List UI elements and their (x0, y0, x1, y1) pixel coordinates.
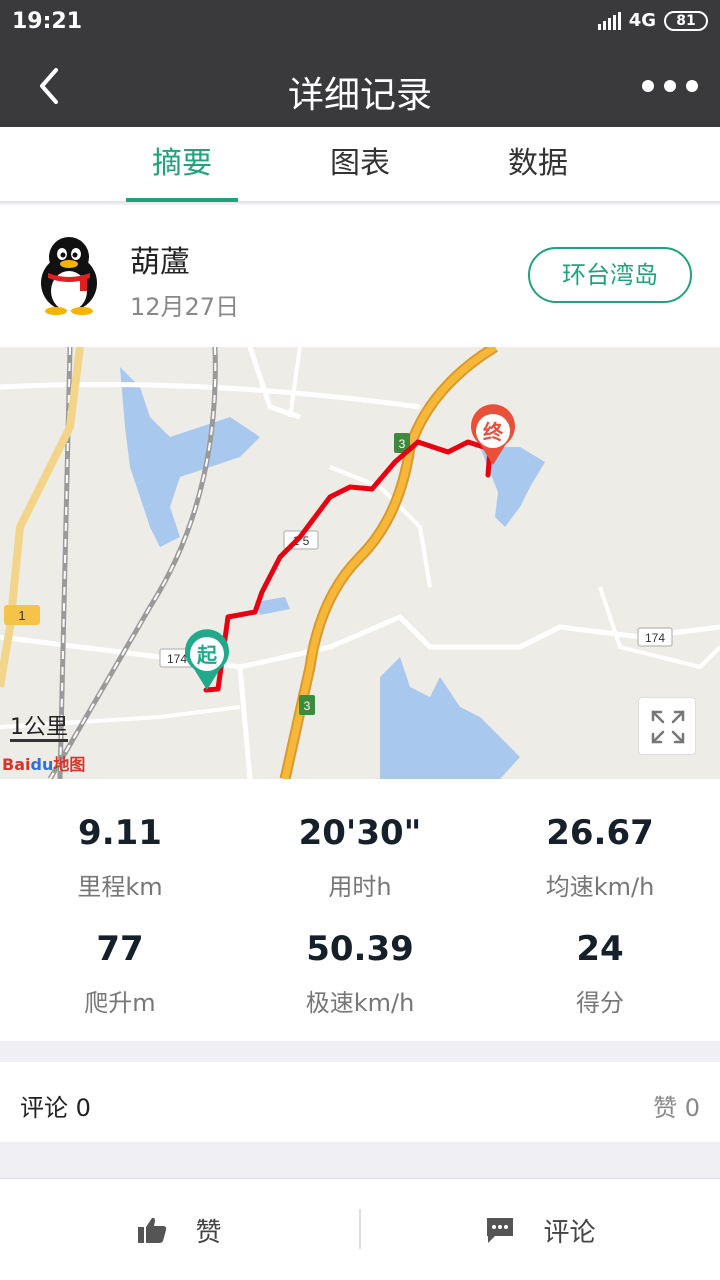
expand-map-button[interactable] (638, 697, 696, 755)
detail-record-page: 19:21 4G 81 详细记录 摘要 图表 数据 葫蘆 12月27日 环台湾岛… (0, 0, 720, 1280)
status-time: 19:21 (12, 9, 83, 34)
comment-count[interactable]: 评论 0 (20, 1088, 91, 1123)
map-scale-label: 1公里 (10, 715, 68, 740)
road-label-174-west: 174 (167, 652, 187, 666)
comment-summary-row: 评论 0 赞 0 (0, 1062, 720, 1142)
user-name: 葫蘆 (130, 245, 190, 280)
svg-text:起: 起 (196, 643, 218, 667)
like-button[interactable]: 赞 (0, 1179, 359, 1280)
road-label-3-south: 3 (304, 699, 311, 713)
baidu-map-logo: Baidu地图 (2, 755, 86, 774)
status-bar: 19:21 4G 81 (0, 0, 720, 44)
record-date: 12月27日 (130, 293, 240, 321)
route-map[interactable]: 1 3 3 174 174 1 5 起 终 1公里 Baidu地图 (0, 347, 720, 779)
road-label-174-east: 174 (645, 631, 665, 645)
comment-button[interactable]: 评论 (361, 1179, 720, 1280)
tab-summary[interactable]: 摘要 (122, 127, 242, 202)
status-indicators: 4G 81 (597, 10, 708, 31)
battery-icon: 81 (664, 10, 708, 31)
start-marker[interactable]: 起 (184, 629, 229, 690)
thumbs-up-icon (138, 1217, 167, 1243)
more-icon[interactable] (642, 72, 698, 100)
page-title: 详细记录 (287, 75, 432, 116)
like-button-label: 赞 (195, 1217, 222, 1248)
stats-panel: 9.11 里程km 20'30" 用时h 26.67 均速km/h 77 爬升m… (0, 779, 720, 1041)
navigation-bar: 详细记录 (0, 44, 720, 127)
stat-elevation-gain: 77 爬升m (84, 929, 156, 1017)
road-label-3-north: 3 (399, 437, 406, 451)
road-label-1: 1 (18, 608, 25, 623)
expand-icon (651, 710, 685, 744)
stat-distance: 9.11 里程km (77, 813, 163, 901)
user-info-row: 葫蘆 12月27日 环台湾岛 (0, 205, 720, 347)
svg-text:终: 终 (483, 420, 504, 444)
comment-icon (487, 1218, 514, 1243)
stat-avg-speed: 26.67 均速km/h (545, 813, 655, 901)
comment-button-label: 评论 (543, 1217, 596, 1248)
tab-bar: 摘要 图表 数据 (0, 127, 720, 203)
stat-max-speed: 50.39 极速km/h (305, 929, 415, 1017)
signal-icon (597, 11, 621, 30)
network-type: 4G (628, 10, 656, 31)
bottom-action-bar: 赞 评论 (0, 1178, 720, 1280)
stat-score: 24 得分 (576, 929, 624, 1017)
map-scale-bar (10, 739, 68, 742)
tab-charts[interactable]: 图表 (300, 127, 420, 201)
tab-data[interactable]: 数据 (478, 127, 598, 201)
route-tag-button[interactable]: 环台湾岛 (528, 247, 692, 303)
like-count[interactable]: 赞 0 (653, 1088, 700, 1123)
stat-duration: 20'30" 用时h (298, 813, 422, 901)
avatar[interactable] (34, 235, 104, 315)
